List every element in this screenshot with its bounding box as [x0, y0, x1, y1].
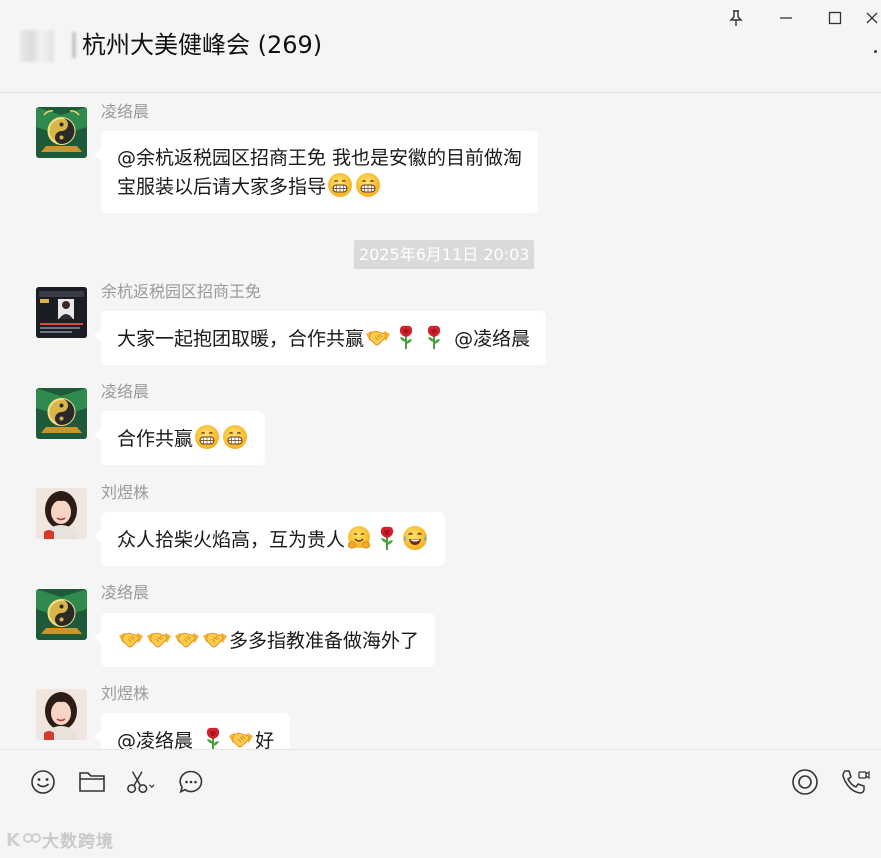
handshake-emoji	[365, 324, 391, 350]
handshake-emoji	[118, 626, 144, 652]
chat-title[interactable]: 杭州大美健峰会 (269)	[82, 28, 322, 62]
rose-emoji	[200, 726, 226, 749]
more-options-icon[interactable]	[874, 50, 877, 53]
message-text: @余杭返税园区招商王免 我也是安徽的目前做淘	[117, 147, 523, 169]
mention-text[interactable]: @凌络晨	[454, 328, 530, 350]
avatar[interactable]	[36, 589, 87, 640]
avatar[interactable]	[36, 388, 87, 439]
minimize-icon[interactable]	[772, 4, 800, 32]
hug-emoji	[346, 525, 372, 551]
message-text: 好	[255, 730, 275, 749]
sender-name: 凌络晨	[101, 102, 150, 121]
message-bubble[interactable]: 众人拾柴火焰高，互为贵人	[93, 512, 446, 566]
scissors-icon[interactable]	[126, 767, 156, 797]
input-toolbar	[0, 749, 881, 858]
sender-name: 余杭返税园区招商王免	[101, 282, 262, 301]
sender-name: 刘煜株	[101, 483, 150, 502]
chat-header: 杭州大美健峰会 (269)	[0, 0, 881, 93]
chat-history-icon[interactable]	[176, 767, 206, 797]
watermark: K 大数跨境	[6, 824, 114, 854]
group-avatar[interactable]	[20, 30, 76, 62]
voice-call-icon[interactable]	[840, 767, 870, 797]
pin-icon[interactable]	[722, 4, 750, 32]
svg-text:K: K	[6, 830, 21, 851]
message-text: 宝服装以后请大家多指导	[117, 176, 327, 198]
message-text: 合作共赢	[117, 428, 194, 450]
joy-emoji	[402, 525, 428, 551]
message-bubble[interactable]: 合作共赢	[93, 411, 266, 465]
handshake-emoji	[228, 726, 254, 749]
avatar[interactable]	[36, 488, 87, 539]
watermark-text: 大数跨境	[42, 831, 114, 852]
close-icon[interactable]	[862, 4, 881, 32]
sender-name: 凌络晨	[101, 382, 150, 401]
avatar[interactable]	[36, 287, 87, 338]
grin-emoji	[327, 172, 353, 198]
message-text: 大家一起抱团取暖，合作共赢	[117, 328, 365, 350]
message-text: 多多指教准备做海外了	[229, 630, 420, 652]
avatar[interactable]	[36, 107, 87, 158]
message-bubble[interactable]: 多多指教准备做海外了	[93, 613, 436, 667]
grin-emoji	[355, 172, 381, 198]
rose-emoji	[393, 324, 419, 350]
message-bubble[interactable]: @余杭返税园区招商王免 我也是安徽的目前做淘 宝服装以后请大家多指导	[93, 131, 539, 213]
sender-name: 凌络晨	[101, 583, 150, 602]
sender-name: 刘煜株	[101, 684, 150, 703]
grin-emoji	[222, 424, 248, 450]
handshake-emoji	[146, 626, 172, 652]
handshake-emoji	[174, 626, 200, 652]
emoji-icon[interactable]	[28, 767, 58, 797]
grin-emoji	[194, 424, 220, 450]
rose-emoji	[421, 324, 447, 350]
message-list[interactable]: 凌络晨 @余杭返税园区招商王免 我也是安徽的目前做淘 宝服装以后请大家多指导 2…	[0, 93, 881, 749]
timestamp-divider: 2025年6月11日 20:03	[354, 240, 535, 269]
maximize-icon[interactable]	[821, 4, 849, 32]
live-icon[interactable]	[790, 767, 820, 797]
folder-icon[interactable]	[77, 767, 107, 797]
rose-emoji	[374, 525, 400, 551]
watermark-logo-icon: K	[6, 830, 41, 851]
message-bubble[interactable]: 大家一起抱团取暖，合作共赢 @凌络晨	[93, 311, 547, 365]
mention-text[interactable]: @凌络晨	[117, 730, 193, 749]
avatar[interactable]	[36, 689, 87, 740]
message-bubble[interactable]: @凌络晨 好	[93, 713, 291, 749]
message-text: 众人拾柴火焰高，互为贵人	[117, 529, 346, 551]
handshake-emoji	[202, 626, 228, 652]
